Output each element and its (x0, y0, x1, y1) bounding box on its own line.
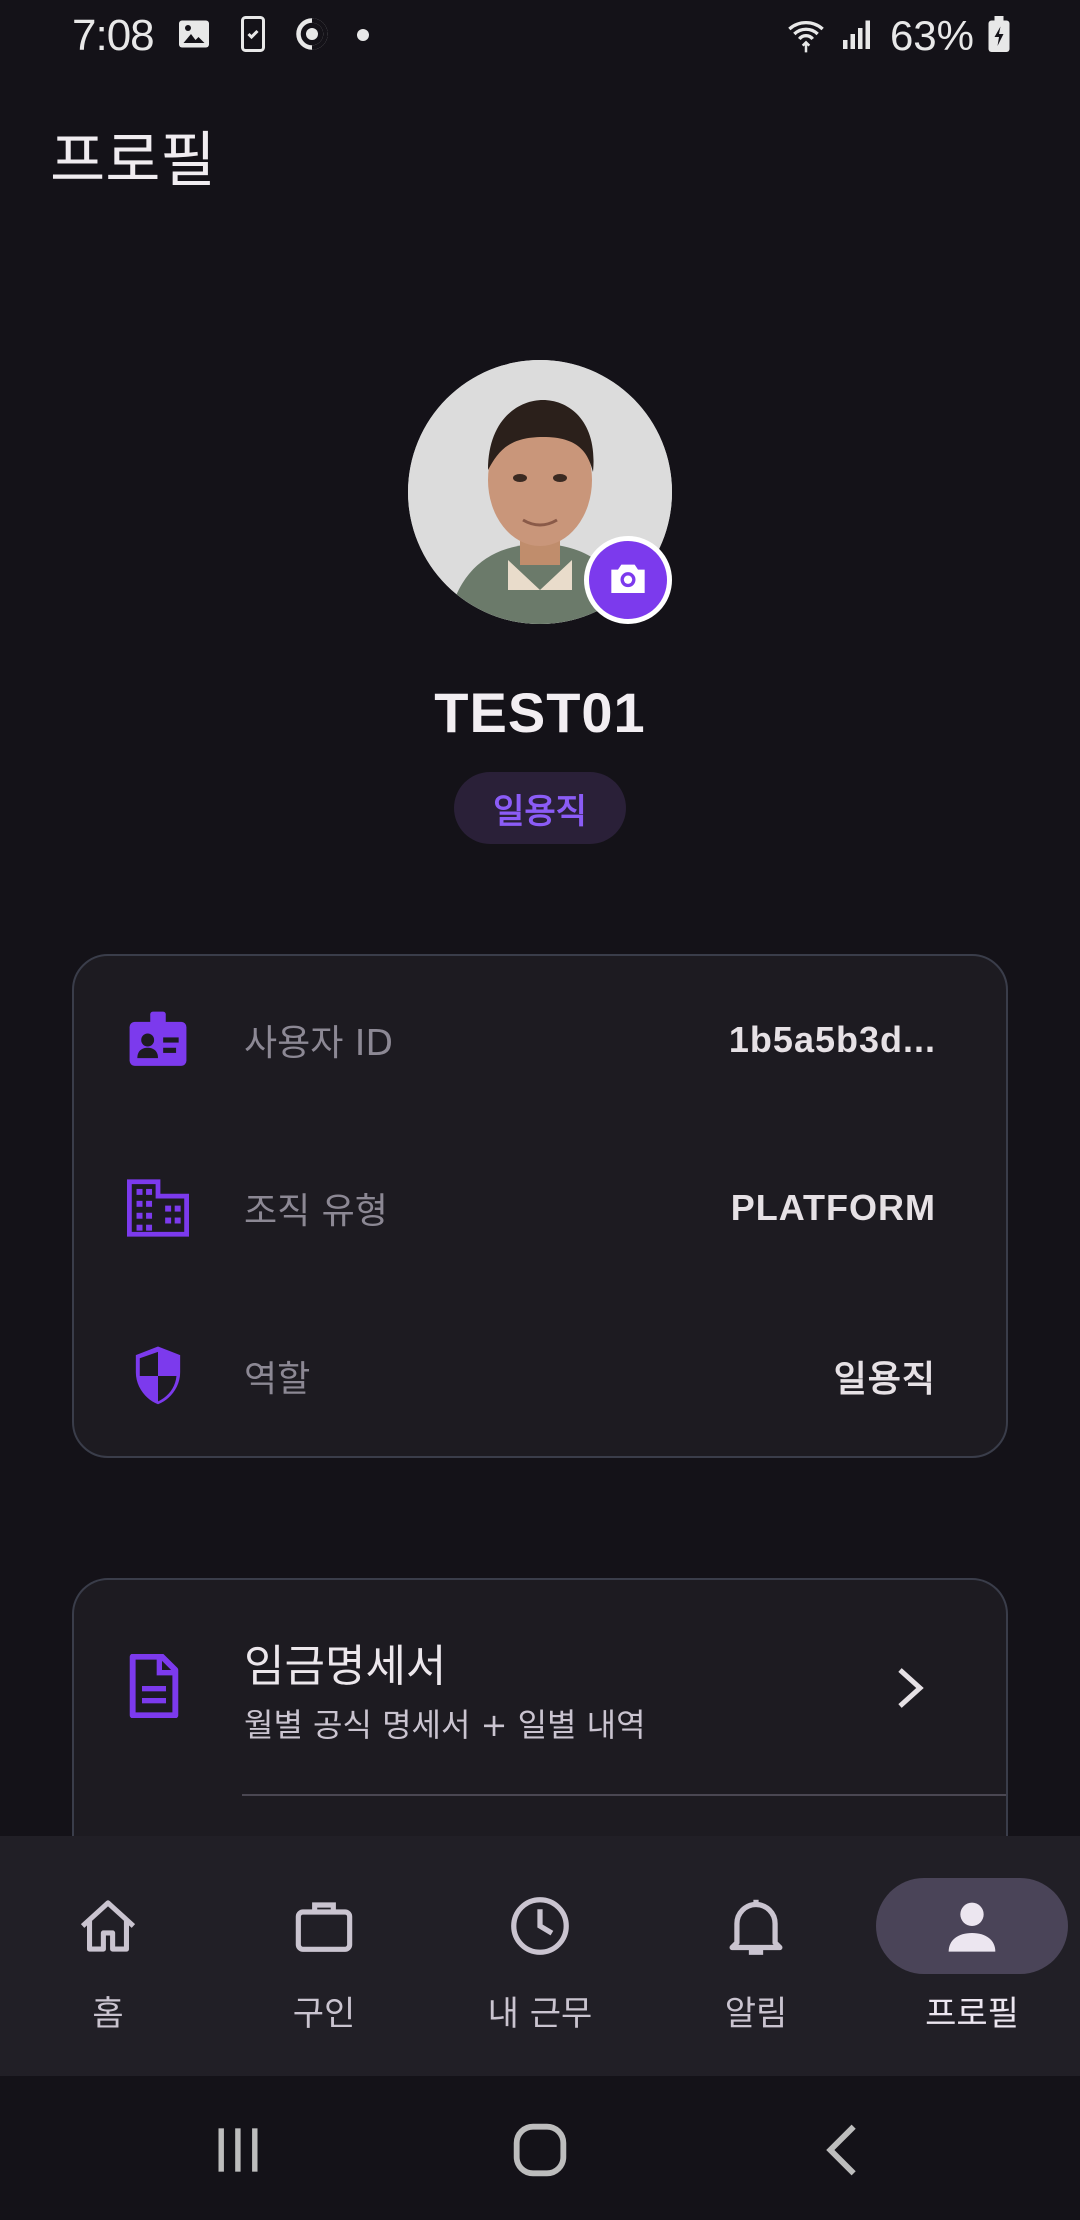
shield-icon (126, 1344, 190, 1408)
user-name: TEST01 (434, 681, 646, 744)
change-photo-button[interactable] (584, 536, 672, 624)
info-value: PLATFORM (730, 1187, 936, 1228)
nav-label: 홈 (92, 1994, 124, 2034)
nav-item-my-work[interactable]: 내 근무 (432, 1836, 648, 2076)
sim-icon (238, 16, 268, 56)
back-button[interactable] (802, 2118, 882, 2182)
info-row-role: 역할 일용직 (74, 1292, 1006, 1460)
page-title: 프로필 (50, 126, 216, 196)
battery-icon (988, 16, 1010, 56)
status-time: 7:08 (72, 11, 155, 60)
home-button[interactable] (500, 2118, 580, 2182)
bell-icon (720, 1890, 792, 1962)
menu-item-payslip[interactable]: 임금명세서 월별 공식 명세서 + 일별 내역 (74, 1580, 1006, 1794)
chevron-right-icon (894, 1664, 934, 1712)
status-bar: 7:08 63% (0, 0, 1080, 72)
role-badge: 일용직 (454, 772, 626, 844)
account-info-card: 사용자 ID 1b5a5b3d... 조직 유형 PLATFORM 역할 일용직 (72, 954, 1008, 1458)
home-icon (72, 1890, 144, 1962)
dot-icon (356, 27, 370, 46)
nav-item-notifications[interactable]: 알림 (648, 1836, 864, 2076)
id-badge-icon (126, 1008, 190, 1072)
clock-icon (504, 1890, 576, 1962)
briefcase-icon (288, 1890, 360, 1962)
menu-item-title: 임금명세서 (244, 1641, 447, 1692)
nav-label: 구인 (292, 1994, 356, 2034)
building-icon (126, 1176, 190, 1240)
nav-label: 알림 (724, 1994, 788, 2034)
menu-divider (242, 1794, 1006, 1796)
nav-item-jobs[interactable]: 구인 (216, 1836, 432, 2076)
menu-card: 임금명세서 월별 공식 명세서 + 일별 내역 (72, 1578, 1008, 1878)
info-row-user-id: 사용자 ID 1b5a5b3d... (74, 956, 1006, 1124)
wifi-icon (786, 14, 826, 58)
image-icon (176, 16, 212, 56)
info-label: 사용자 ID (244, 1023, 394, 1064)
info-label: 조직 유형 (244, 1191, 388, 1232)
recents-button[interactable] (198, 2118, 278, 2182)
info-value: 1b5a5b3d... (728, 1019, 936, 1060)
menu-item-subtitle: 월별 공식 명세서 + 일별 내역 (244, 1706, 646, 1744)
document-icon (126, 1653, 190, 1719)
signal-icon (840, 16, 876, 56)
info-row-org-type: 조직 유형 PLATFORM (74, 1124, 1006, 1292)
info-label: 역할 (244, 1359, 311, 1400)
nav-label: 프로필 (925, 1994, 1019, 2034)
bottom-navigation: 홈 구인 내 근무 알림 프로필 (0, 1836, 1080, 2076)
avatar-container (408, 360, 672, 624)
nav-label: 내 근무 (487, 1994, 593, 2034)
nav-item-home[interactable]: 홈 (0, 1836, 216, 2076)
system-navigation-bar (0, 2076, 1080, 2220)
sync-icon (294, 16, 330, 56)
info-value: 일용직 (833, 1358, 936, 1399)
camera-icon (608, 560, 648, 600)
nav-item-profile[interactable]: 프로필 (864, 1836, 1080, 2076)
battery-percent: 63% (889, 12, 974, 59)
person-icon (936, 1890, 1008, 1962)
